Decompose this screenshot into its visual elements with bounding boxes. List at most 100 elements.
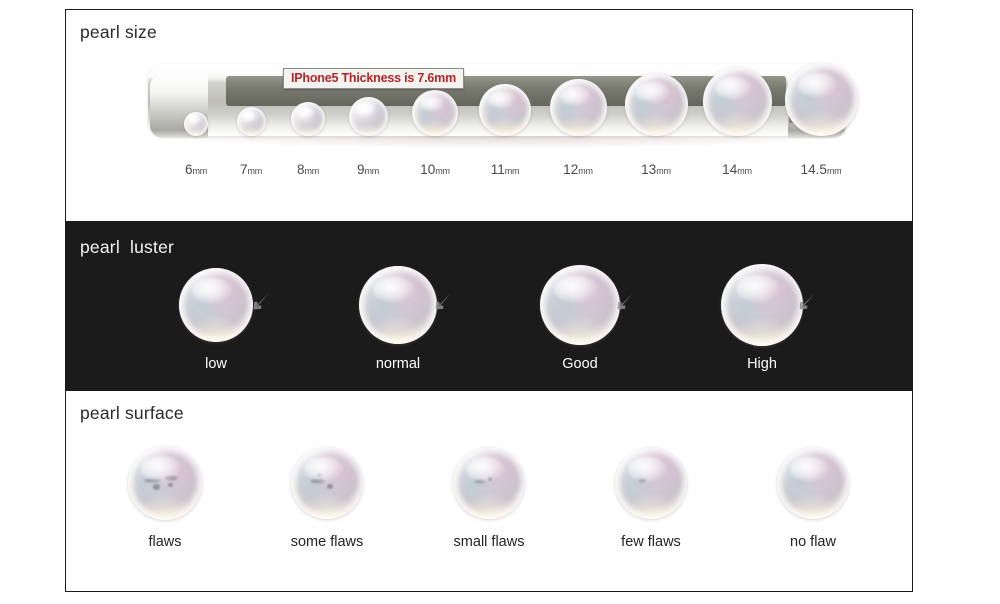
size-label: 10mm <box>420 162 450 179</box>
surface-item: flaws <box>100 439 230 551</box>
size-pearl <box>348 97 388 136</box>
pearl-bead <box>624 73 688 136</box>
pearl-bead <box>549 79 607 136</box>
size-value: 14 <box>722 162 738 177</box>
pearl-bead <box>236 107 266 136</box>
surface-blemish-mark <box>165 475 177 481</box>
surface-pearl-container <box>439 439 539 527</box>
surface-item-label: small flaws <box>453 534 525 550</box>
pearl-bead <box>348 97 388 136</box>
section-pearl-size: pearl size IPhone5 Thickness is 7.6mm 6m… <box>66 10 912 221</box>
size-value: 12 <box>563 162 579 177</box>
section-pearl-luster: pearl luster low normal Good High <box>66 221 912 391</box>
surface-blemish-mark <box>167 483 174 488</box>
size-value: 8 <box>296 162 305 177</box>
size-tick-labels: 6mm 7mm 8mm 9mm 10mm 11mm 12mm 13mm 14mm 14.5mm <box>148 162 848 186</box>
size-pearl <box>291 102 325 136</box>
size-unit: mm <box>737 166 752 176</box>
size-pearl <box>412 90 458 136</box>
size-label: 8mm <box>297 162 319 179</box>
section-title-pearl-luster: pearl luster <box>80 237 175 257</box>
pearl-bead <box>291 102 325 136</box>
size-pearl <box>784 63 858 136</box>
pearl-bead <box>453 447 525 519</box>
surface-item: few flaws <box>586 439 716 551</box>
surface-pearl-container <box>763 439 863 527</box>
size-unit: mm <box>304 166 320 176</box>
arrow-down-left-icon <box>799 293 815 310</box>
pearl-bead <box>479 84 531 136</box>
size-pearl <box>184 112 208 136</box>
surface-blemish-mark <box>153 484 160 490</box>
surface-blemish-mark <box>639 479 646 483</box>
size-pearl <box>702 67 772 136</box>
arrow-down-left-icon <box>253 293 269 310</box>
section-title-pearl-surface: pearl surface <box>80 403 184 423</box>
luster-item-row: low normal Good High <box>66 261 912 373</box>
size-pearl <box>549 79 607 136</box>
size-value: 7 <box>239 162 248 177</box>
size-label: 7mm <box>240 162 262 179</box>
surface-blemish-mark <box>474 480 485 483</box>
luster-item: Good <box>515 261 645 373</box>
surface-item: no flaw <box>748 439 878 551</box>
luster-item-label: normal <box>375 356 421 372</box>
size-value: 9 <box>356 162 365 177</box>
size-label: 9mm <box>357 162 379 179</box>
surface-blemish-mark <box>487 477 492 481</box>
surface-item: some flaws <box>262 439 392 551</box>
surface-item: small flaws <box>424 439 554 551</box>
surface-pearl-container <box>277 439 377 527</box>
pearl-guide-stage: pearl size IPhone5 Thickness is 7.6mm 6m… <box>0 0 1000 604</box>
size-unit: mm <box>435 166 450 176</box>
luster-item-label: low <box>205 356 227 372</box>
size-unit: mm <box>364 166 380 176</box>
pearl-bead <box>702 67 772 136</box>
luster-item-label: High <box>747 356 777 372</box>
size-value: 14.5 <box>800 162 827 177</box>
surface-item-label: some flaws <box>290 534 364 550</box>
pearl-bead <box>721 264 803 346</box>
size-unit: mm <box>504 166 520 176</box>
size-unit: mm <box>247 166 263 176</box>
luster-pearl-container <box>530 261 633 349</box>
pearl-bead <box>615 447 687 519</box>
pearl-bead <box>291 447 363 519</box>
size-value: 10 <box>420 162 436 177</box>
surface-item-label: few flaws <box>621 534 681 550</box>
surface-item-label: no flaw <box>790 534 836 550</box>
size-unit: mm <box>656 166 671 176</box>
size-label: 13mm <box>641 162 671 179</box>
pearl-bead <box>179 268 253 342</box>
size-label: 6mm <box>185 162 207 179</box>
pearl-bead <box>359 266 437 344</box>
pearl-bead <box>540 265 620 345</box>
luster-pearl-container <box>348 261 451 349</box>
guide-frame: pearl size IPhone5 Thickness is 7.6mm 6m… <box>65 9 913 592</box>
iphone-thickness-callout: IPhone5 Thickness is 7.6mm <box>283 68 465 89</box>
luster-pearl-container <box>166 261 269 349</box>
pearl-bead <box>784 63 858 136</box>
luster-item-label: Good <box>562 356 598 372</box>
surface-blemish-mark <box>316 472 322 477</box>
section-pearl-surface: pearl surface flaws some flaws small flaws… <box>66 391 912 591</box>
pearl-bead <box>412 90 458 136</box>
pearl-bead <box>128 446 202 520</box>
surface-pearl-container <box>601 439 701 527</box>
size-unit: mm <box>192 166 208 176</box>
size-value: 6 <box>184 162 193 177</box>
luster-item: low <box>151 261 281 373</box>
size-unit: mm <box>826 166 842 176</box>
size-value: 11 <box>490 162 505 177</box>
pearl-bead <box>184 112 208 136</box>
surface-blemish-mark <box>327 484 333 489</box>
size-unit: mm <box>578 166 593 176</box>
surface-item-label: flaws <box>148 534 182 550</box>
size-pearl <box>479 84 531 136</box>
surface-blemish-mark <box>311 479 325 483</box>
size-label: 11mm <box>491 162 520 179</box>
size-label: 14mm <box>722 162 752 179</box>
surface-pearl-container <box>115 439 215 527</box>
size-label: 12mm <box>563 162 593 179</box>
luster-item: High <box>697 261 827 373</box>
